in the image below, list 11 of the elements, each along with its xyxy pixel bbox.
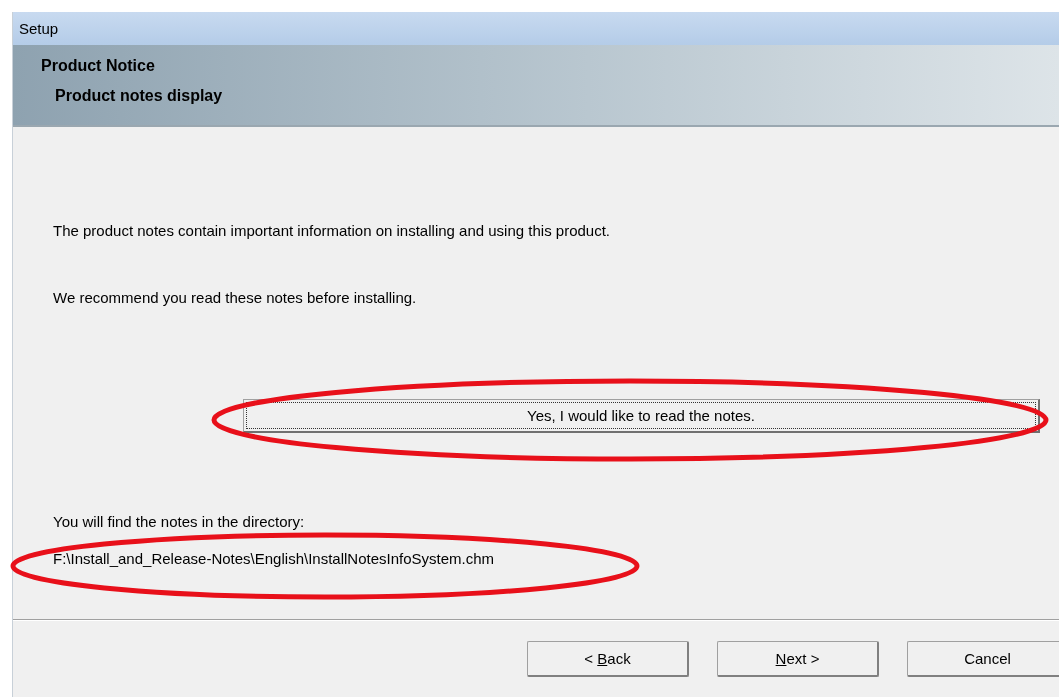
- read-notes-button[interactable]: Yes, I would like to read the notes.: [243, 399, 1040, 433]
- next-button[interactable]: Next >: [717, 641, 879, 677]
- page-title: Product Notice: [41, 57, 155, 75]
- cancel-button[interactable]: Cancel: [907, 641, 1059, 677]
- directory-path: F:\Install_and_Release-Notes\English\InstallNotesInfoSystem.chm: [53, 550, 495, 567]
- info-text: We recommend you read these notes before installing.: [53, 289, 417, 306]
- info-text: The product notes contain important information on installing and using this product.: [53, 222, 610, 239]
- back-button[interactable]: < Back: [527, 641, 689, 677]
- page-subtitle: Product notes display: [55, 87, 223, 105]
- directory-label: You will find the notes in the directory:: [53, 513, 305, 530]
- window-title: Setup: [13, 12, 1059, 45]
